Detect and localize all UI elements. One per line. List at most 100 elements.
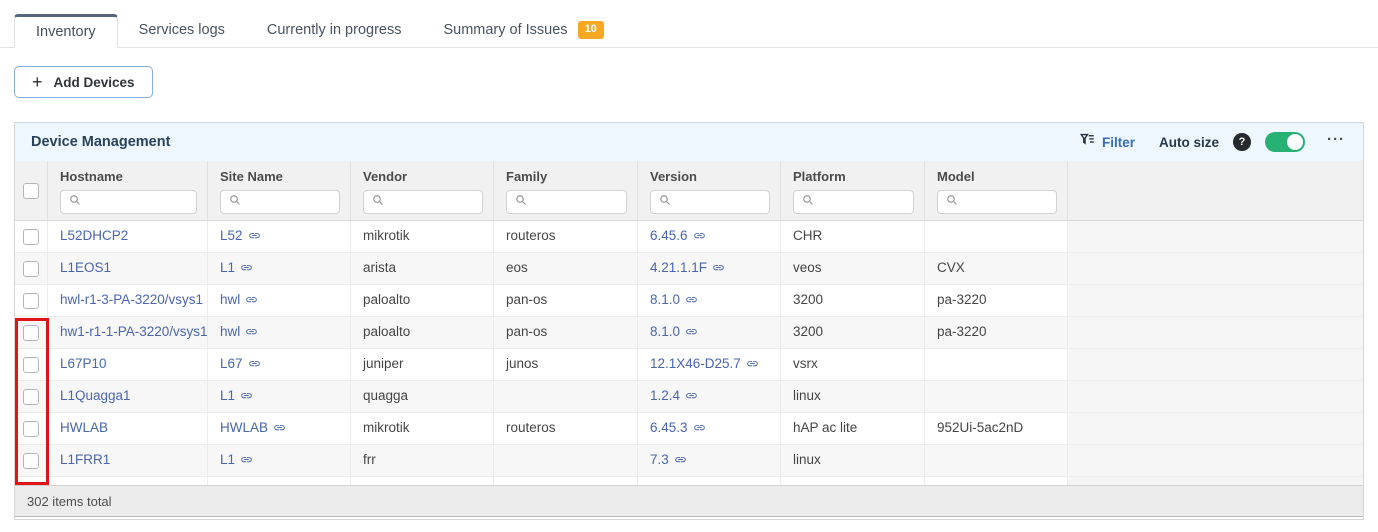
row-checkbox-cell: [15, 349, 48, 380]
tab-summary-of-issues[interactable]: Summary of Issues 10: [422, 13, 624, 47]
search-input-site[interactable]: [247, 195, 333, 209]
site-link[interactable]: L1: [220, 388, 235, 403]
row-checkbox[interactable]: [23, 357, 39, 373]
cell: [48, 477, 208, 485]
select-all-checkbox[interactable]: [23, 183, 39, 199]
cell-hostname: L1EOS1: [48, 253, 208, 284]
cell-platform: linux: [781, 381, 925, 412]
column-label-family: Family: [506, 169, 627, 184]
cell-vendor: mikrotik: [351, 413, 494, 444]
version-link[interactable]: 6.45.3: [650, 420, 688, 435]
hostname-link[interactable]: L67P10: [60, 356, 107, 371]
link-icon[interactable]: [248, 351, 261, 380]
cell-vendor: paloalto: [351, 317, 494, 348]
cell-hostname: L1FRR1: [48, 445, 208, 476]
link-icon[interactable]: [240, 383, 253, 412]
search-input-vendor[interactable]: [390, 195, 476, 209]
device-management-panel: Device Management Filter Auto size ? ···: [14, 122, 1364, 520]
link-icon[interactable]: [245, 319, 258, 348]
table-footer: 302 items total: [15, 485, 1363, 517]
site-link[interactable]: HWLAB: [220, 420, 268, 435]
hostname-link[interactable]: hwl-r1-3-PA-3220/vsys1: [60, 292, 203, 307]
site-link[interactable]: hwl: [220, 292, 240, 307]
hostname-link[interactable]: L1FRR1: [60, 452, 110, 467]
search-icon: [229, 193, 241, 211]
version-link[interactable]: 8.1.0: [650, 292, 680, 307]
link-icon[interactable]: [240, 255, 253, 284]
hostname-link[interactable]: HWLAB: [60, 420, 108, 435]
row-checkbox[interactable]: [23, 261, 39, 277]
link-icon[interactable]: [245, 287, 258, 316]
row-filler-cell: [1068, 317, 1363, 348]
row-checkbox[interactable]: [23, 229, 39, 245]
link-icon[interactable]: [674, 447, 687, 476]
row-checkbox[interactable]: [23, 453, 39, 469]
row-filler-cell: [1068, 381, 1363, 412]
cell: [1068, 477, 1363, 485]
question-circle-icon[interactable]: ?: [1233, 133, 1251, 151]
site-link[interactable]: L1: [220, 452, 235, 467]
tab-inventory[interactable]: Inventory: [14, 14, 118, 48]
tab-services-logs[interactable]: Services logs: [118, 13, 246, 47]
row-checkbox-cell: [15, 477, 48, 485]
column-header-family: Family: [494, 161, 638, 220]
cell-site: L1: [208, 253, 351, 284]
search-input-version[interactable]: [677, 195, 763, 209]
search-input-hostname[interactable]: [87, 195, 190, 209]
link-icon[interactable]: [248, 223, 261, 252]
add-devices-button[interactable]: + Add Devices: [14, 66, 153, 98]
cell-model: CVX: [925, 253, 1068, 284]
cell-version: 7.3: [638, 445, 781, 476]
search-icon: [802, 193, 814, 211]
cell-platform: vsrx: [781, 349, 925, 380]
row-checkbox-cell: [15, 413, 48, 444]
search-input-model[interactable]: [964, 195, 1050, 209]
site-link[interactable]: L1: [220, 260, 235, 275]
link-icon[interactable]: [693, 415, 706, 444]
table-header-row: HostnameSite NameVendorFamilyVersionPlat…: [15, 161, 1363, 221]
filter-button[interactable]: Filter: [1080, 132, 1135, 152]
search-input-family[interactable]: [533, 195, 620, 209]
add-devices-label: Add Devices: [54, 75, 135, 90]
more-options-button[interactable]: ···: [1319, 131, 1349, 154]
row-filler-cell: [1068, 445, 1363, 476]
link-icon[interactable]: [746, 351, 759, 380]
version-link[interactable]: 6.45.6: [650, 228, 688, 243]
link-icon[interactable]: [693, 223, 706, 252]
link-icon[interactable]: [240, 447, 253, 476]
search-input-platform[interactable]: [820, 195, 907, 209]
cell-site: L1: [208, 381, 351, 412]
cell-family: eos: [494, 253, 638, 284]
cell-hostname: L52DHCP2: [48, 221, 208, 252]
row-checkbox[interactable]: [23, 325, 39, 341]
auto-size-toggle[interactable]: [1265, 132, 1305, 152]
cell-platform: CHR: [781, 221, 925, 252]
site-link[interactable]: L67: [220, 356, 243, 371]
version-link[interactable]: 1.2.4: [650, 388, 680, 403]
version-link[interactable]: 4.21.1.1F: [650, 260, 707, 275]
tab-currently-in-progress[interactable]: Currently in progress: [246, 13, 423, 47]
link-icon[interactable]: [685, 319, 698, 348]
hostname-link[interactable]: L1EOS1: [60, 260, 111, 275]
link-icon[interactable]: [273, 415, 286, 444]
row-checkbox[interactable]: [23, 421, 39, 437]
version-link[interactable]: 12.1X46-D25.7: [650, 356, 741, 371]
cell-platform: 3200: [781, 317, 925, 348]
link-icon[interactable]: [685, 383, 698, 412]
site-link[interactable]: hwl: [220, 324, 240, 339]
row-checkbox[interactable]: [23, 389, 39, 405]
table-body: L52DHCP2L52mikrotikrouteros6.45.6CHRL1EO…: [15, 221, 1363, 485]
column-header-hostname: Hostname: [48, 161, 208, 220]
site-link[interactable]: L52: [220, 228, 243, 243]
link-icon[interactable]: [712, 255, 725, 284]
column-label-hostname: Hostname: [60, 169, 197, 184]
row-checkbox[interactable]: [23, 293, 39, 309]
version-link[interactable]: 7.3: [650, 452, 669, 467]
link-icon[interactable]: [685, 287, 698, 316]
plus-icon: +: [32, 73, 43, 91]
hostname-link[interactable]: L52DHCP2: [60, 228, 128, 243]
version-link[interactable]: 8.1.0: [650, 324, 680, 339]
hostname-link[interactable]: hw1-r1-1-PA-3220/vsys1: [60, 324, 208, 339]
hostname-link[interactable]: L1Quagga1: [60, 388, 131, 403]
column-header-vendor: Vendor: [351, 161, 494, 220]
